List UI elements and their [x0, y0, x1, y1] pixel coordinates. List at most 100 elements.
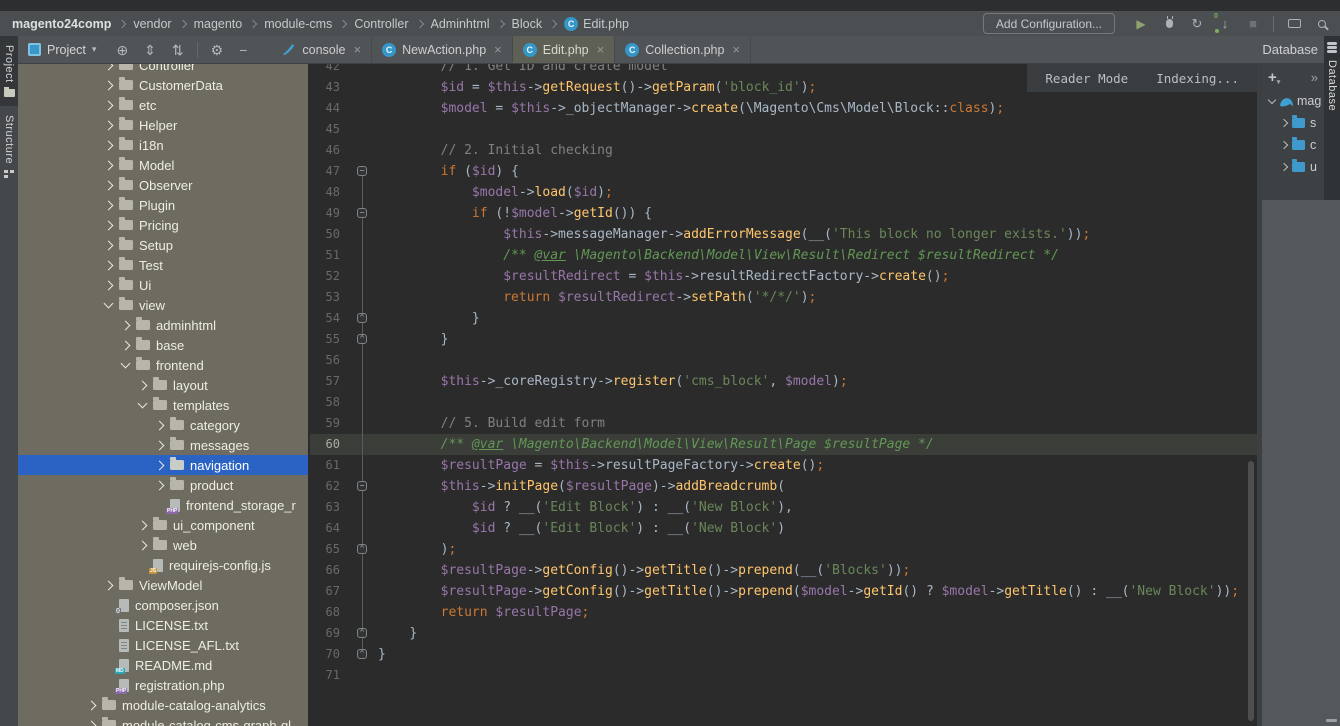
line-number[interactable]: 43	[310, 77, 340, 98]
chevron-right-icon[interactable]	[1279, 140, 1289, 150]
tree-item-product[interactable]: product	[18, 475, 308, 495]
line-number[interactable]: 47	[310, 161, 340, 182]
tree-item-layout[interactable]: layout	[18, 375, 308, 395]
chevron-right-icon[interactable]	[154, 480, 165, 490]
code-line[interactable]: 56	[310, 350, 1257, 371]
code-line[interactable]: 66 $resultPage->getConfig()->getTitle()-…	[310, 560, 1257, 581]
code-line[interactable]: 70 ^}	[310, 644, 1257, 665]
line-number[interactable]: 68	[310, 602, 340, 623]
chevron-right-icon[interactable]	[103, 80, 114, 90]
collapse-all-icon[interactable]: ⇅	[172, 43, 184, 57]
git-update-icon[interactable]: 0 ↓	[1214, 13, 1233, 33]
chevron-right-icon[interactable]	[137, 520, 148, 530]
chevron-down-icon[interactable]	[103, 298, 114, 309]
tree-item-category[interactable]: category	[18, 415, 308, 435]
tree-item-navigation[interactable]: navigation	[18, 455, 308, 475]
chevron-down-icon[interactable]	[1267, 95, 1277, 104]
code-area[interactable]: 42 // 1. Get ID and create model 43 $id =…	[310, 64, 1257, 686]
breadcrumb-item[interactable]: Controller	[354, 17, 408, 31]
fold-expand-icon[interactable]: ^	[357, 313, 367, 323]
chevron-right-icon[interactable]	[103, 100, 114, 110]
tree-item-requirejs-config.js[interactable]: JS requirejs-config.js	[18, 555, 308, 575]
code-line[interactable]: 57 $this->_coreRegistry->register('cms_b…	[310, 371, 1257, 392]
tree-item-web[interactable]: web	[18, 535, 308, 555]
fold-expand-icon[interactable]: ^	[357, 544, 367, 554]
code-line[interactable]: 68 return $resultPage;	[310, 602, 1257, 623]
chevron-right-icon[interactable]	[103, 64, 114, 70]
chevron-right-icon[interactable]	[86, 700, 97, 710]
chevron-right-icon[interactable]	[1279, 118, 1289, 128]
code-line[interactable]: 50 $this->messageManager->addErrorMessag…	[310, 224, 1257, 245]
run-icon[interactable]: ▶	[1133, 16, 1149, 32]
breadcrumb-item[interactable]: magento	[194, 17, 243, 31]
chevron-right-icon[interactable]	[154, 420, 165, 430]
fold-collapse-icon[interactable]: −	[357, 481, 367, 491]
fold-expand-icon[interactable]: ^	[357, 649, 367, 659]
profile-icon[interactable]: ↻	[1189, 16, 1205, 32]
close-icon[interactable]: ×	[353, 42, 361, 57]
tree-item-LICENSE.txt[interactable]: LICENSE.txt	[18, 615, 308, 635]
line-number[interactable]: 60	[310, 434, 340, 455]
db-tree-item-c[interactable]: c	[1262, 134, 1324, 156]
search-icon[interactable]	[1314, 16, 1330, 32]
tree-item-Test[interactable]: Test	[18, 255, 308, 275]
tree-item-composer.json[interactable]: {} composer.json	[18, 595, 308, 615]
stop-icon[interactable]: ■	[1245, 16, 1261, 32]
tree-item-base[interactable]: base	[18, 335, 308, 355]
tree-item-README.md[interactable]: MD README.md	[18, 655, 308, 675]
editor-scrollbar[interactable]	[1248, 461, 1254, 721]
tool-window-button-structure[interactable]: Structure	[0, 106, 18, 187]
line-number[interactable]: 49	[310, 203, 340, 224]
line-number[interactable]: 44	[310, 98, 340, 119]
chevron-right-icon[interactable]	[1279, 162, 1289, 172]
code-line[interactable]: 52 $resultRedirect = $this->resultRedire…	[310, 266, 1257, 287]
line-number[interactable]: 63	[310, 497, 340, 518]
chevron-right-icon[interactable]	[120, 340, 131, 350]
tab-NewAction.php[interactable]: C NewAction.php ×	[372, 36, 513, 63]
tree-item-view[interactable]: view	[18, 295, 308, 315]
chevron-right-icon[interactable]	[103, 160, 114, 170]
breadcrumb-item[interactable]: magento24comp	[12, 17, 111, 31]
line-number[interactable]: 53	[310, 287, 340, 308]
code-line[interactable]: 49 − if (!$model->getId()) {	[310, 203, 1257, 224]
line-number[interactable]: 48	[310, 182, 340, 203]
line-number[interactable]: 59	[310, 413, 340, 434]
line-number[interactable]: 65	[310, 539, 340, 560]
line-number[interactable]: 58	[310, 392, 340, 413]
chevron-right-icon[interactable]	[86, 720, 97, 726]
code-editor[interactable]: 42 // 1. Get ID and create model 43 $id =…	[310, 64, 1257, 726]
add-datasource-icon[interactable]: +▾	[1268, 69, 1280, 86]
db-tree-item-mag[interactable]: mag	[1262, 90, 1324, 112]
chevron-right-icon[interactable]	[154, 440, 165, 450]
screen-view-icon[interactable]	[1286, 16, 1302, 32]
line-number[interactable]: 57	[310, 371, 340, 392]
project-view-selector[interactable]: Project ▾	[18, 43, 108, 57]
tree-item-Ui[interactable]: Ui	[18, 275, 308, 295]
code-line[interactable]: 46 // 2. Initial checking	[310, 140, 1257, 161]
chevrons-right-icon[interactable]: »	[1311, 70, 1318, 85]
tree-item-ViewModel[interactable]: ViewModel	[18, 575, 308, 595]
code-line[interactable]: 64 $id ? __('Edit Block') : __('New Bloc…	[310, 518, 1257, 539]
chevron-right-icon[interactable]	[103, 280, 114, 290]
line-number[interactable]: 42	[310, 64, 340, 77]
chevron-right-icon[interactable]	[103, 220, 114, 230]
tab-Collection.php[interactable]: C Collection.php ×	[615, 36, 752, 63]
add-configuration-button[interactable]: Add Configuration...	[982, 13, 1115, 34]
code-line[interactable]: 51 /** @var \Magento\Backend\Model\View\…	[310, 245, 1257, 266]
tree-item-adminhtml[interactable]: adminhtml	[18, 315, 308, 335]
tree-item-ui_component[interactable]: ui_component	[18, 515, 308, 535]
line-number[interactable]: 54	[310, 308, 340, 329]
line-number[interactable]: 66	[310, 560, 340, 581]
tree-item-Model[interactable]: Model	[18, 155, 308, 175]
chevron-right-icon[interactable]	[137, 540, 148, 550]
tree-item-registration.php[interactable]: PHP registration.php	[18, 675, 308, 695]
close-icon[interactable]: ×	[597, 42, 605, 57]
tree-item-module-catalog-analytics[interactable]: module-catalog-analytics	[18, 695, 308, 715]
tab-Edit.php[interactable]: C Edit.php ×	[512, 36, 616, 63]
line-number[interactable]: 71	[310, 665, 340, 686]
chevron-right-icon[interactable]	[103, 240, 114, 250]
debug-icon[interactable]	[1161, 16, 1177, 32]
expand-all-icon[interactable]: ⇕	[144, 43, 156, 57]
breadcrumb-item[interactable]: vendor	[133, 17, 171, 31]
code-line[interactable]: 65 ^ );	[310, 539, 1257, 560]
